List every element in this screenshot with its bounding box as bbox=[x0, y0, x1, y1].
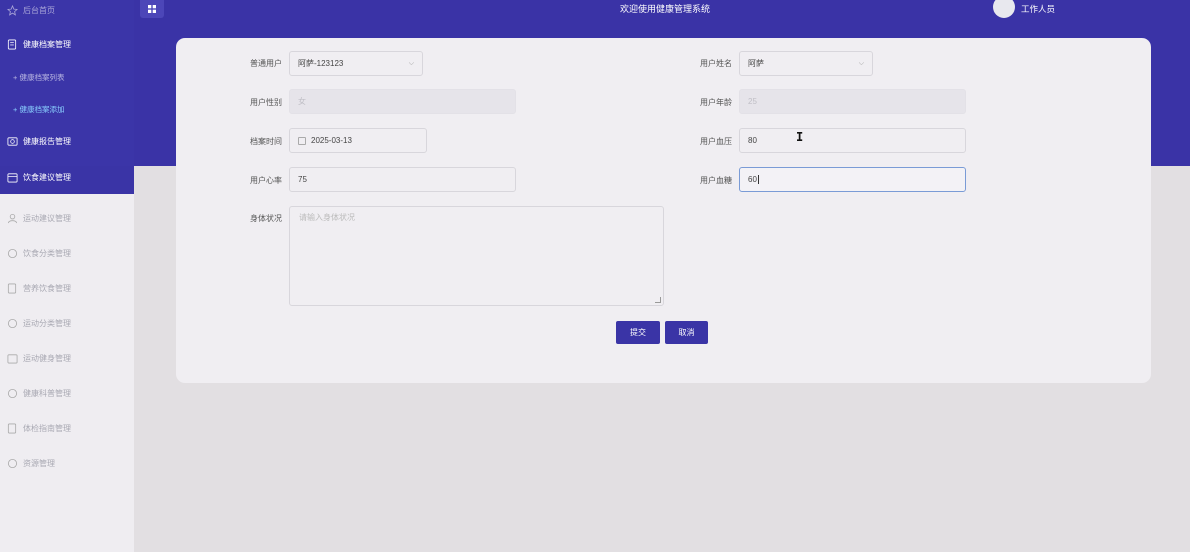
gender-label: 用户性别 bbox=[250, 98, 282, 107]
sidebar-item-diet-advice[interactable]: 饮食建议管理 bbox=[0, 167, 134, 187]
date-label: 档案时间 bbox=[250, 137, 282, 146]
sidebar-subitem-record-add[interactable]: + 健康档案添加 bbox=[0, 99, 134, 119]
sidebar-item-label: 运动健身管理 bbox=[23, 353, 71, 363]
bp-value: 80 bbox=[748, 136, 757, 145]
sidebar-item-health-science[interactable]: 健康科普管理 bbox=[0, 383, 134, 403]
heart-rate-input[interactable]: 75 bbox=[289, 167, 516, 192]
chevron-down-icon: ⌵ bbox=[408, 60, 414, 67]
sidebar-item-label: 运动建议管理 bbox=[23, 213, 71, 223]
submit-button[interactable]: 提交 bbox=[616, 321, 660, 344]
sidebar-item-health-reports[interactable]: 健康报告管理 bbox=[0, 131, 134, 151]
name-select-value: 阿萨 bbox=[748, 59, 764, 68]
user-select-value: 阿萨-123123 bbox=[298, 59, 344, 68]
text-cursor-icon: I bbox=[796, 130, 804, 144]
sidebar-item-exercise-category[interactable]: 运动分类管理 bbox=[0, 313, 134, 333]
condition-label: 身体状况 bbox=[250, 214, 282, 223]
menu-toggle-button[interactable] bbox=[140, 0, 164, 18]
blood-pressure-input[interactable]: 80 bbox=[739, 128, 966, 153]
sidebar-item-label: 健康报告管理 bbox=[23, 136, 71, 146]
age-label: 用户年龄 bbox=[700, 98, 732, 107]
welcome-title: 欢迎使用健康管理系统 bbox=[619, 4, 710, 14]
sidebar-item-health-records[interactable]: 健康档案管理 bbox=[0, 34, 134, 54]
hr-label: 用户心率 bbox=[250, 176, 282, 185]
sidebar-item-home[interactable]: 后台首页 bbox=[0, 0, 134, 20]
sidebar-item-label: 营养饮食管理 bbox=[23, 283, 71, 293]
age-value: 25 bbox=[748, 97, 757, 106]
user-label: 普通用户 bbox=[250, 59, 282, 68]
document-icon bbox=[6, 422, 18, 434]
resize-handle-icon[interactable] bbox=[655, 297, 661, 303]
sidebar-item-checkup-guide[interactable]: 体检指南管理 bbox=[0, 418, 134, 438]
cancel-button[interactable]: 取消 bbox=[665, 321, 708, 344]
bp-label: 用户血压 bbox=[700, 137, 732, 146]
sidebar: 后台首页 健康档案管理 + 健康档案列表 + 健康档案添加 健康报告管理 饮食建… bbox=[0, 0, 134, 552]
name-select[interactable]: 阿萨 ⌵ bbox=[739, 51, 873, 76]
gender-field: 女 bbox=[289, 89, 516, 114]
document-icon bbox=[6, 38, 18, 50]
circle-icon bbox=[6, 247, 18, 259]
gender-value: 女 bbox=[298, 97, 306, 106]
sidebar-item-label: + 健康档案添加 bbox=[13, 104, 65, 114]
circle-icon bbox=[6, 387, 18, 399]
bs-value: 60 bbox=[748, 175, 757, 184]
name-label: 用户姓名 bbox=[700, 59, 732, 68]
grid-icon bbox=[148, 5, 156, 13]
bs-label: 用户血糖 bbox=[700, 176, 732, 185]
age-field: 25 bbox=[739, 89, 966, 114]
user-icon bbox=[6, 212, 18, 224]
sidebar-item-label: + 健康档案列表 bbox=[13, 72, 65, 82]
calendar-icon bbox=[298, 136, 306, 145]
sidebar-item-resources[interactable]: 资源管理 bbox=[0, 453, 134, 473]
calendar-icon bbox=[6, 171, 18, 183]
sidebar-item-label: 饮食建议管理 bbox=[23, 172, 71, 182]
sidebar-subitem-record-list[interactable]: + 健康档案列表 bbox=[0, 67, 134, 87]
condition-placeholder: 请输入身体状况 bbox=[299, 213, 355, 222]
hr-value: 75 bbox=[298, 175, 307, 184]
document-icon bbox=[6, 282, 18, 294]
user-role[interactable]: 工作人员 bbox=[1021, 3, 1055, 15]
sidebar-item-exercise-advice[interactable]: 运动建议管理 bbox=[0, 208, 134, 228]
circle-icon bbox=[6, 317, 18, 329]
sidebar-item-label: 资源管理 bbox=[23, 458, 55, 468]
sidebar-active-zone bbox=[0, 0, 134, 194]
blood-sugar-input[interactable]: 60 bbox=[739, 167, 966, 192]
sidebar-item-diet-category[interactable]: 饮食分类管理 bbox=[0, 243, 134, 263]
sidebar-item-label: 体检指南管理 bbox=[23, 423, 71, 433]
circle-icon bbox=[6, 457, 18, 469]
text-caret bbox=[757, 175, 759, 184]
report-icon bbox=[6, 135, 18, 147]
sidebar-item-label: 饮食分类管理 bbox=[23, 248, 71, 258]
sidebar-item-label: 健康档案管理 bbox=[23, 39, 71, 49]
chevron-down-icon: ⌵ bbox=[858, 60, 864, 67]
sidebar-item-label: 运动分类管理 bbox=[23, 318, 71, 328]
sidebar-item-label: 后台首页 bbox=[23, 5, 55, 15]
sidebar-item-fitness[interactable]: 运动健身管理 bbox=[0, 348, 134, 368]
sidebar-item-nutrition-diet[interactable]: 营养饮食管理 bbox=[0, 278, 134, 298]
date-value: 2025-03-13 bbox=[311, 136, 352, 145]
sidebar-item-label: 健康科普管理 bbox=[23, 388, 71, 398]
condition-textarea[interactable]: 请输入身体状况 bbox=[289, 206, 664, 306]
calendar-icon bbox=[6, 352, 18, 364]
star-icon bbox=[6, 4, 18, 16]
user-select[interactable]: 阿萨-123123 ⌵ bbox=[289, 51, 423, 76]
date-picker[interactable]: 2025-03-13 bbox=[289, 128, 427, 153]
